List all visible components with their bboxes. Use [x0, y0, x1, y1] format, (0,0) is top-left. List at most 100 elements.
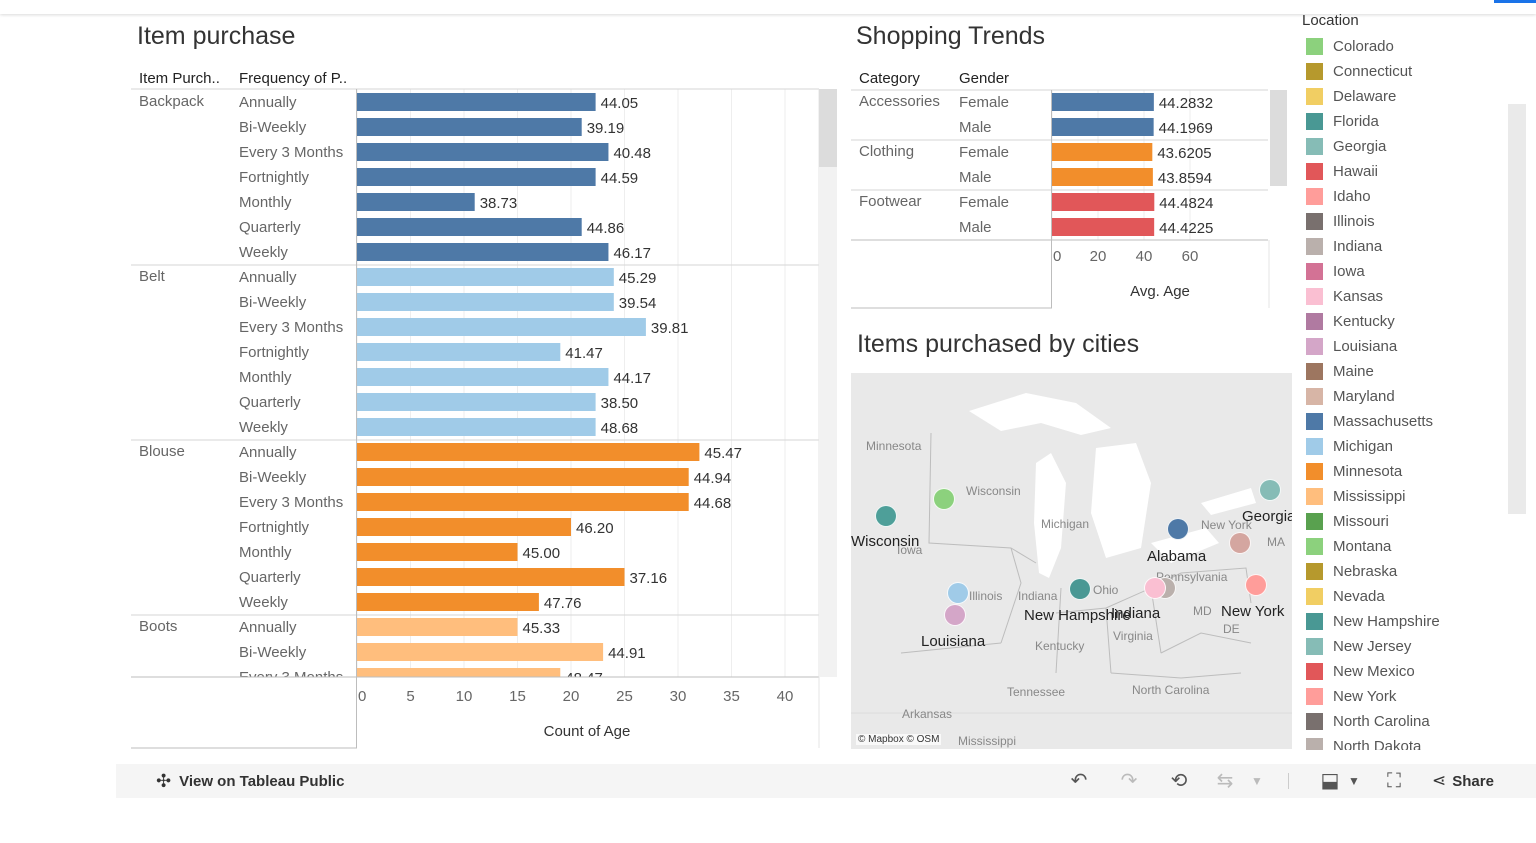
legend-item-hawaii[interactable]: Hawaii: [1302, 159, 1502, 184]
redo-icon[interactable]: ↷: [1118, 770, 1140, 792]
map-city-label-louisiana: Louisiana: [921, 633, 986, 650]
ip-bar-label: 44.05: [601, 95, 639, 112]
legend-item-iowa[interactable]: Iowa: [1302, 259, 1502, 284]
ip-row-label: Monthly: [239, 544, 292, 561]
map-base-label-ma: MA: [1267, 535, 1285, 549]
undo-icon[interactable]: ↶: [1068, 770, 1090, 792]
st-bar: [1052, 193, 1155, 211]
map-point[interactable]: [933, 488, 955, 510]
legend-swatch: [1306, 463, 1323, 480]
legend-swatch: [1306, 438, 1323, 455]
legend-item-missouri[interactable]: Missouri: [1302, 509, 1502, 534]
ip-row-label: Annually: [239, 444, 297, 461]
ip-bar-label: 44.59: [601, 170, 639, 187]
refresh-icon[interactable]: ⇆: [1214, 770, 1236, 792]
legend-scrollbar[interactable]: [1508, 104, 1526, 514]
ip-bar: [357, 93, 596, 111]
map-base-label-arkansas: Arkansas: [902, 707, 953, 721]
legend-label: North Dakota: [1333, 738, 1422, 750]
ip-tick-label: 5: [406, 688, 414, 705]
legend-swatch: [1306, 488, 1323, 505]
map-base-label-wisconsin: Wisconsin: [966, 484, 1021, 498]
legend-label: Maryland: [1333, 388, 1395, 405]
legend-item-nevada[interactable]: Nevada: [1302, 584, 1502, 609]
ip-row-label: Weekly: [239, 594, 288, 611]
legend-swatch: [1306, 313, 1323, 330]
st-row-label: Male: [959, 169, 992, 186]
legend-item-mississippi[interactable]: Mississippi: [1302, 484, 1502, 509]
st-bar-label: 43.6205: [1157, 145, 1211, 162]
download-icon[interactable]: ⬓: [1319, 770, 1341, 792]
location-legend[interactable]: Location Colorado Connecticut Delaware Flor…: [1302, 12, 1502, 750]
ip-bar: [357, 118, 582, 136]
map-point[interactable]: [947, 582, 969, 604]
fullscreen-icon[interactable]: ⛶: [1383, 770, 1405, 792]
legend-item-nebraska[interactable]: Nebraska: [1302, 559, 1502, 584]
legend-item-maine[interactable]: Maine: [1302, 359, 1502, 384]
lake-superior: [969, 393, 1111, 435]
map-point[interactable]: [1167, 518, 1189, 540]
map-point[interactable]: [944, 604, 966, 626]
legend-item-delaware[interactable]: Delaware: [1302, 84, 1502, 109]
legend-item-massachusetts[interactable]: Massachusetts: [1302, 409, 1502, 434]
legend-item-idaho[interactable]: Idaho: [1302, 184, 1502, 209]
legend-item-montana[interactable]: Montana: [1302, 534, 1502, 559]
ip-tick-label: 0: [358, 688, 366, 705]
legend-label: Minnesota: [1333, 463, 1403, 480]
legend-item-maryland[interactable]: Maryland: [1302, 384, 1502, 409]
legend-item-new-jersey[interactable]: New Jersey: [1302, 634, 1502, 659]
legend-item-north-dakota[interactable]: North Dakota: [1302, 734, 1502, 750]
ip-group-label-boots: Boots: [139, 618, 177, 635]
legend-item-new-mexico[interactable]: New Mexico: [1302, 659, 1502, 684]
share-button[interactable]: ⋖ Share: [1432, 764, 1494, 798]
legend-item-new-hampshire[interactable]: New Hampshire: [1302, 609, 1502, 634]
legend-item-connecticut[interactable]: Connecticut: [1302, 59, 1502, 84]
city-map[interactable]: Minnesota Wisconsin Michigan Iowa Illinois In…: [851, 373, 1292, 749]
legend-item-florida[interactable]: Florida: [1302, 109, 1502, 134]
map-point[interactable]: [1144, 577, 1166, 599]
legend-label: Idaho: [1333, 188, 1371, 205]
legend-label: Delaware: [1333, 88, 1397, 105]
view-on-tableau-label: View on Tableau Public: [179, 772, 345, 790]
revert-icon[interactable]: ⟲: [1168, 770, 1190, 792]
map-point[interactable]: [875, 505, 897, 527]
legend-item-new-york[interactable]: New York: [1302, 684, 1502, 709]
ip-bar-label: 40.48: [613, 145, 651, 162]
map-point[interactable]: [1229, 532, 1251, 554]
ip-tick-label: 15: [509, 688, 526, 705]
legend-item-minnesota[interactable]: Minnesota: [1302, 459, 1502, 484]
legend-item-kentucky[interactable]: Kentucky: [1302, 309, 1502, 334]
st-row-label: Female: [959, 94, 1009, 111]
item-purchase-chart[interactable]: Backpack Annually 44.05 Bi-Weekly 39.19 Every…: [0, 0, 840, 760]
lake-huron: [1091, 443, 1151, 558]
st-bar-label: 44.4824: [1159, 195, 1213, 212]
legend-label: Kentucky: [1333, 313, 1395, 330]
legend-item-georgia[interactable]: Georgia: [1302, 134, 1502, 159]
download-dropdown-icon[interactable]: ▼: [1343, 770, 1365, 792]
legend-swatch: [1306, 113, 1323, 130]
shopping-trends-chart[interactable]: Accessories Female 44.2832 Male 44.1969 Cloth…: [840, 80, 1300, 320]
ip-row-label: Annually: [239, 94, 297, 111]
ip-bar: [357, 468, 689, 486]
refresh-dropdown-icon[interactable]: ▼: [1246, 770, 1268, 792]
st-group-label-footwear: Footwear: [859, 193, 922, 210]
map-base-label-indiana: Indiana: [1018, 589, 1058, 603]
legend-item-colorado[interactable]: Colorado: [1302, 34, 1502, 59]
legend-label: Louisiana: [1333, 338, 1398, 355]
map-point[interactable]: [1069, 578, 1091, 600]
legend-item-illinois[interactable]: Illinois: [1302, 209, 1502, 234]
legend-item-kansas[interactable]: Kansas: [1302, 284, 1502, 309]
ip-scroll-thumb: [819, 89, 837, 167]
map-point[interactable]: [1245, 574, 1267, 596]
view-on-tableau-button[interactable]: ✣ View on Tableau Public: [156, 764, 344, 798]
legend-item-north-carolina[interactable]: North Carolina: [1302, 709, 1502, 734]
legend-item-michigan[interactable]: Michigan: [1302, 434, 1502, 459]
map-point[interactable]: [1259, 479, 1281, 501]
legend-swatch: [1306, 138, 1323, 155]
legend-item-louisiana[interactable]: Louisiana: [1302, 334, 1502, 359]
ip-bar-label: 38.50: [601, 395, 639, 412]
legend-item-indiana[interactable]: Indiana: [1302, 234, 1502, 259]
st-bar: [1052, 93, 1154, 111]
ip-row-label: Weekly: [239, 419, 288, 436]
map-base-label-mississippi: Mississippi: [958, 734, 1017, 748]
